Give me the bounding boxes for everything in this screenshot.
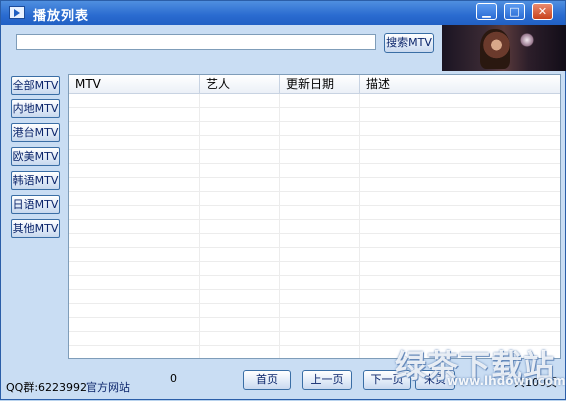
sidebar-item-korean[interactable]: 韩语MTV	[11, 171, 60, 190]
table-row[interactable]	[69, 304, 560, 318]
table-row[interactable]	[69, 178, 560, 192]
table-body	[69, 94, 560, 358]
app-icon	[9, 6, 25, 19]
sidebar-item-all[interactable]: 全部MTV	[11, 76, 60, 95]
table-row[interactable]	[69, 108, 560, 122]
title-bar[interactable]: 播放列表 ▁ □ ✕	[1, 1, 565, 25]
table-row[interactable]	[69, 290, 560, 304]
window-title: 播放列表	[33, 9, 90, 24]
table-row[interactable]	[69, 220, 560, 234]
table-row[interactable]	[69, 206, 560, 220]
video-preview[interactable]	[442, 25, 566, 71]
stage-light	[520, 33, 534, 47]
table-row[interactable]	[69, 150, 560, 164]
mtv-list-table[interactable]: MTV 艺人 更新日期 描述	[68, 74, 561, 359]
official-site-link[interactable]: 官方网站	[86, 379, 130, 395]
sidebar-item-japanese[interactable]: 日语MTV	[11, 195, 60, 214]
table-header: MTV 艺人 更新日期 描述	[69, 75, 560, 94]
search-input[interactable]	[16, 34, 376, 50]
watermark-url: www.lhdown.com	[447, 374, 566, 388]
search-button[interactable]: 搜索MTV	[384, 33, 434, 53]
column-divider	[199, 94, 200, 358]
prev-page-button[interactable]: 上一页	[302, 370, 352, 390]
performer-image	[480, 29, 510, 69]
first-page-button[interactable]: 首页	[243, 370, 291, 390]
result-count: 0	[170, 372, 177, 385]
table-row[interactable]	[69, 94, 560, 108]
table-row[interactable]	[69, 262, 560, 276]
close-button[interactable]: ✕	[532, 3, 553, 20]
table-row[interactable]	[69, 136, 560, 150]
playlist-window: 播放列表 ▁ □ ✕ 搜索MTV 全部MTV 内地MTV 港台MTV 欧美MTV…	[0, 0, 566, 400]
qq-group-text: QQ群:6223992	[6, 381, 88, 394]
table-row[interactable]	[69, 276, 560, 290]
sidebar-item-mainland[interactable]: 内地MTV	[11, 99, 60, 118]
sidebar-item-other[interactable]: 其他MTV	[11, 219, 60, 238]
column-divider	[359, 94, 360, 358]
maximize-button[interactable]: □	[504, 3, 525, 20]
column-header-description[interactable]: 描述	[360, 75, 560, 93]
column-divider	[279, 94, 280, 358]
table-row[interactable]	[69, 248, 560, 262]
minimize-button[interactable]: ▁	[476, 3, 497, 20]
watermark-logo: 绿茶下载站 www.lhdown.com	[395, 341, 566, 401]
table-row[interactable]	[69, 234, 560, 248]
sidebar-item-western[interactable]: 欧美MTV	[11, 147, 60, 166]
table-row[interactable]	[69, 164, 560, 178]
column-header-mtv[interactable]: MTV	[69, 75, 200, 93]
table-row[interactable]	[69, 122, 560, 136]
column-header-artist[interactable]: 艺人	[200, 75, 280, 93]
table-row[interactable]	[69, 318, 560, 332]
table-row[interactable]	[69, 192, 560, 206]
column-header-update-date[interactable]: 更新日期	[280, 75, 360, 93]
sidebar-item-hk-tw[interactable]: 港台MTV	[11, 123, 60, 142]
